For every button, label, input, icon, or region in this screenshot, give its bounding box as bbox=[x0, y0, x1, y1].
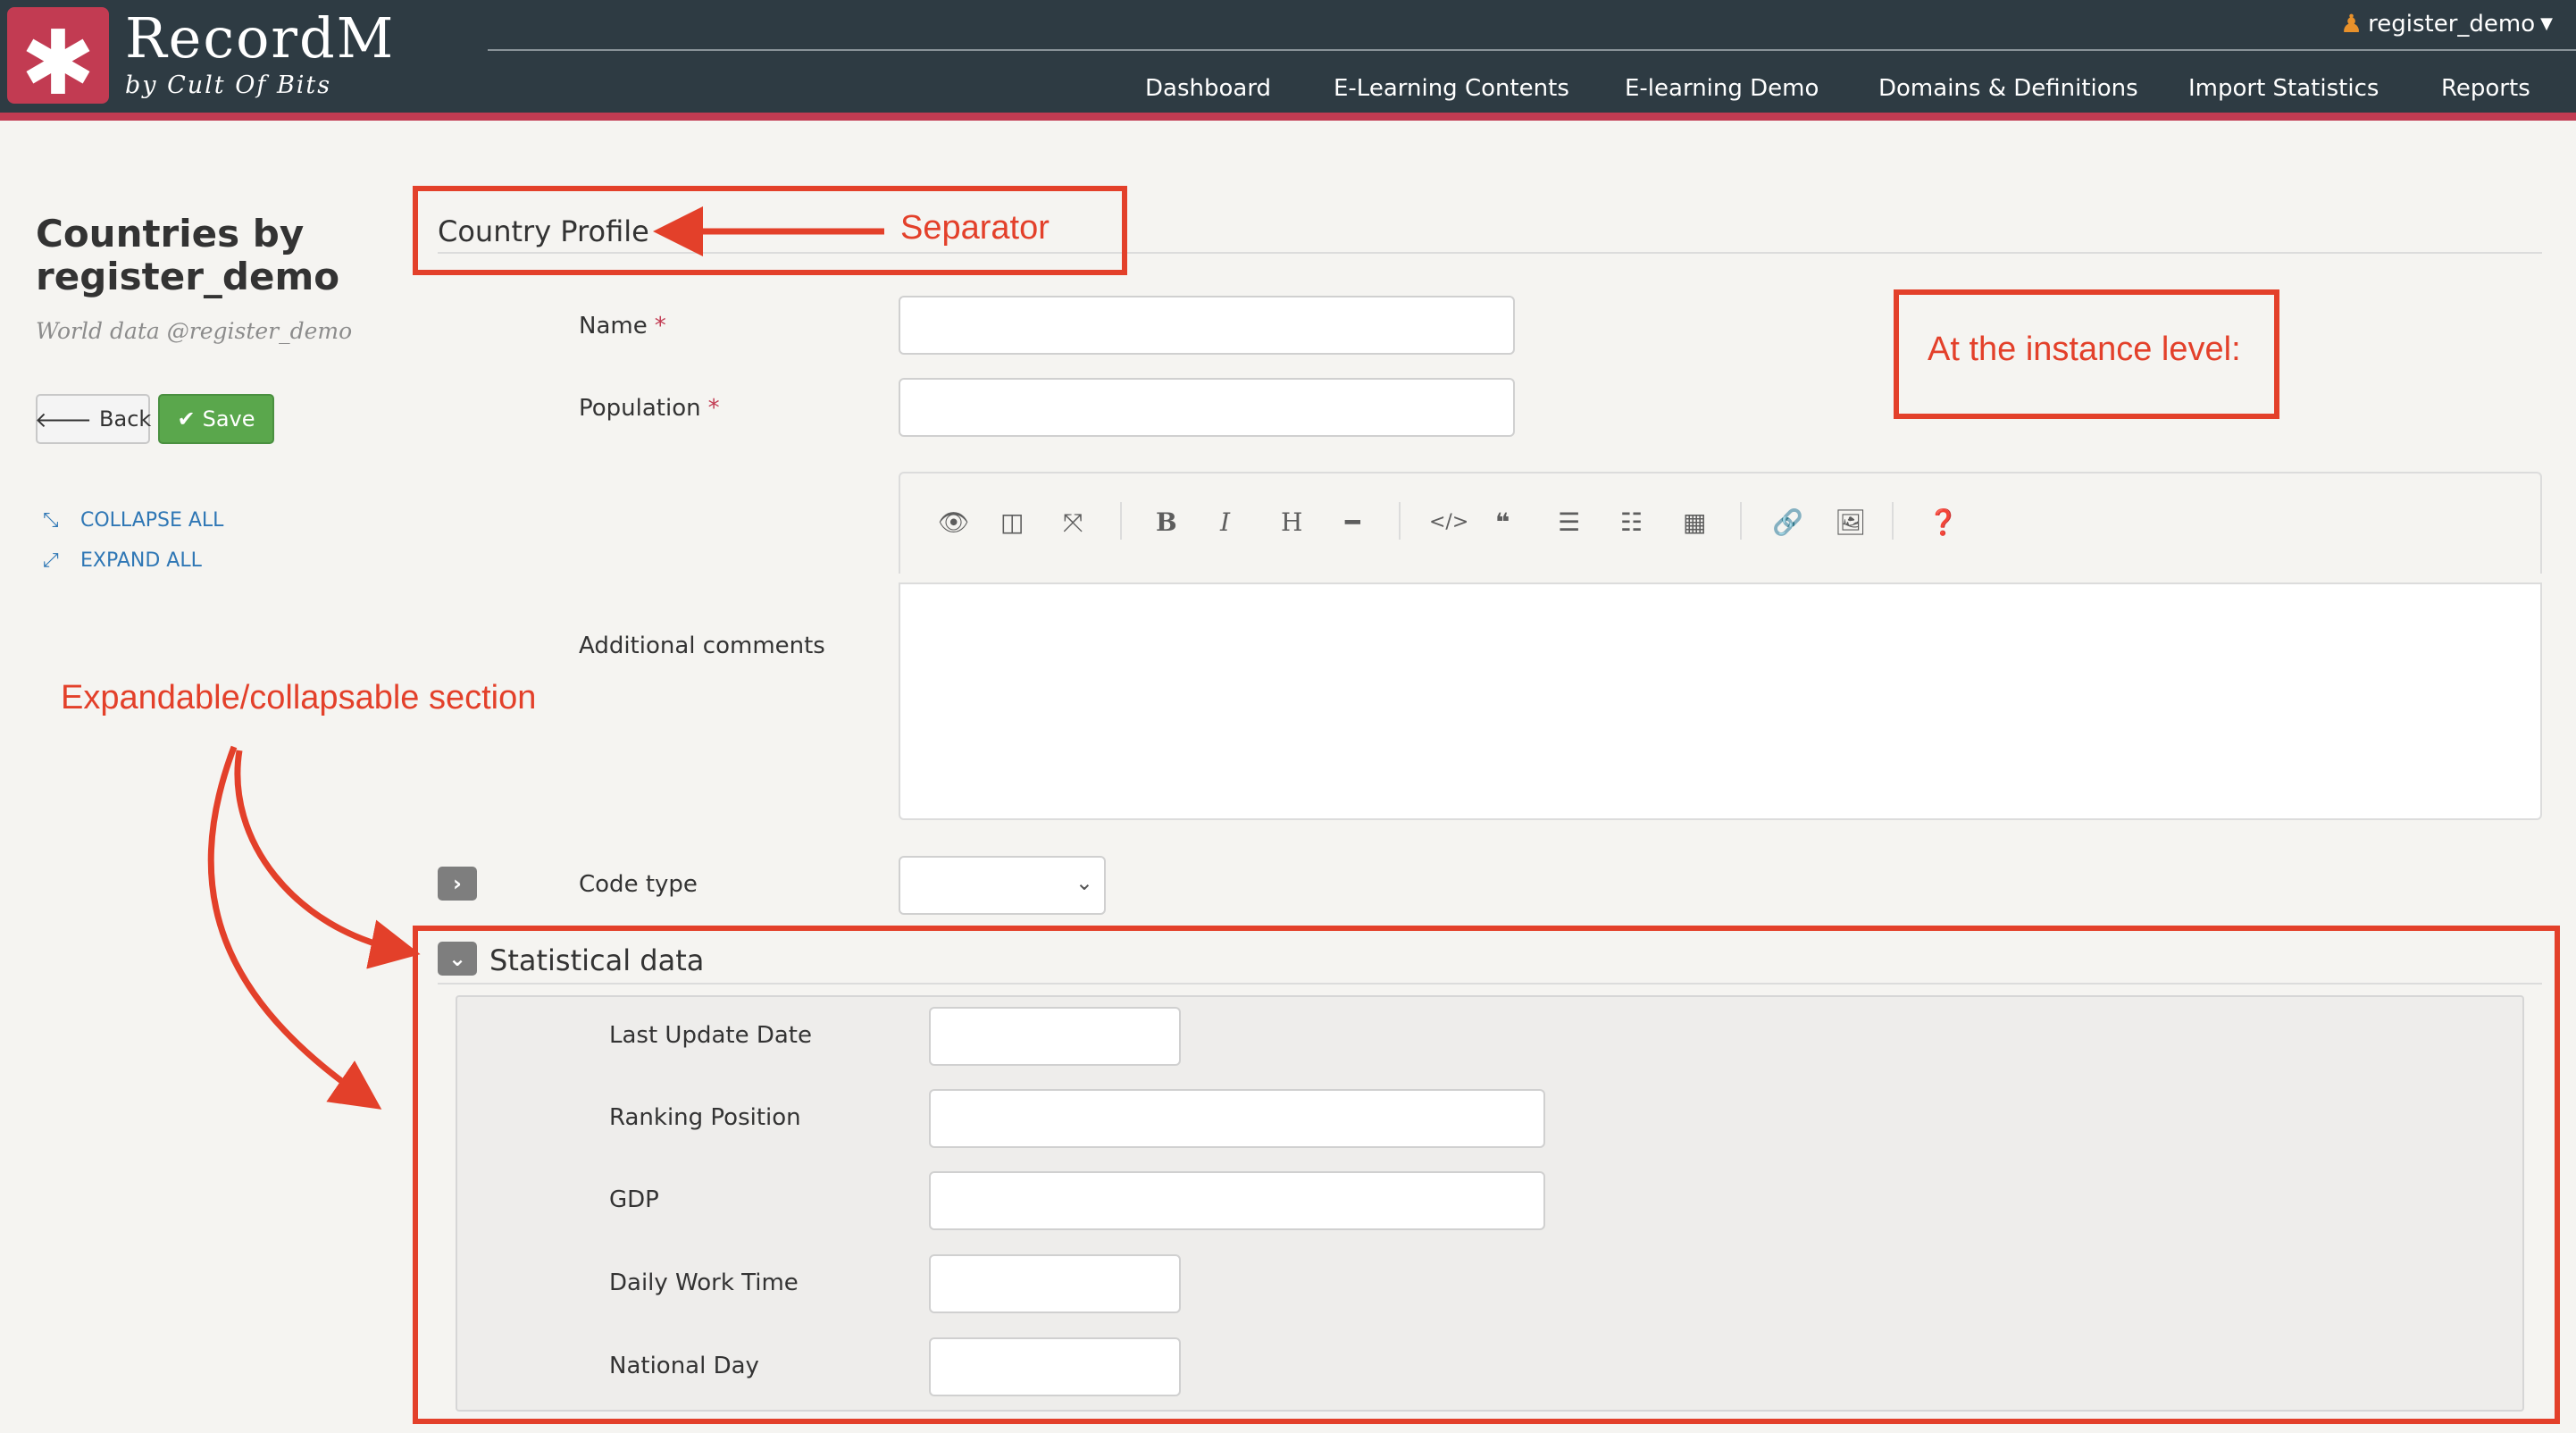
section-arrow-lower bbox=[207, 745, 382, 1110]
section-arrow-upper bbox=[234, 750, 421, 969]
annotation-arrows bbox=[207, 206, 884, 1110]
